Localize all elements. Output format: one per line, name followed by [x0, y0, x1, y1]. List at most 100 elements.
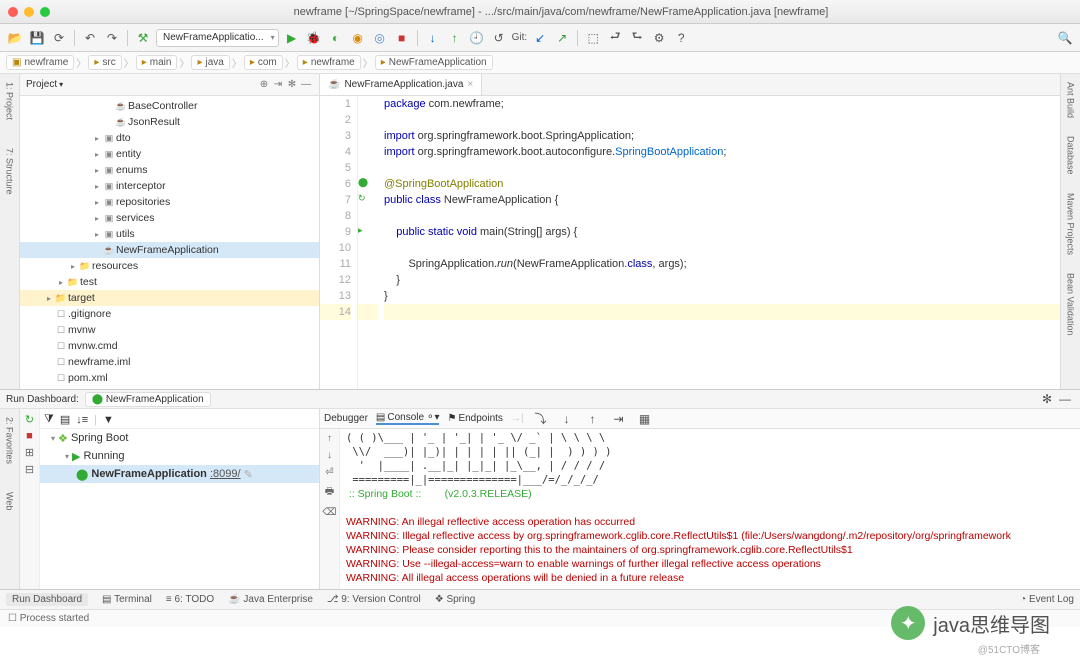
- filter-icon[interactable]: ⧩: [44, 413, 54, 426]
- hide-icon[interactable]: —: [299, 79, 313, 90]
- tree-node[interactable]: ▸▣utils: [20, 226, 319, 242]
- build-icon[interactable]: ⚒: [134, 29, 152, 47]
- group-icon[interactable]: ▤: [60, 413, 70, 426]
- stop2-icon[interactable]: ■: [26, 430, 33, 442]
- clear-icon[interactable]: ⌫: [322, 507, 336, 518]
- tree-node[interactable]: ▸▣entity: [20, 146, 319, 162]
- run-icon[interactable]: ▶: [283, 29, 301, 47]
- code-editor[interactable]: 1234567891011121314 ⬤↻▸ package com.newf…: [320, 96, 1060, 389]
- tree-node[interactable]: ☐pom.xml: [20, 370, 319, 386]
- tree-node[interactable]: ☐.gitignore: [20, 306, 319, 322]
- structure-icon[interactable]: ⬚: [584, 29, 602, 47]
- bt-todo[interactable]: ≡ 6: TODO: [166, 594, 214, 605]
- close-tab-icon[interactable]: ×: [467, 79, 473, 90]
- crumb[interactable]: ▸ com: [244, 55, 283, 70]
- gear-icon[interactable]: ✻: [285, 79, 299, 90]
- profile-icon[interactable]: ◉: [349, 29, 367, 47]
- print-icon[interactable]: 🖶: [325, 484, 334, 501]
- console-output[interactable]: ( ( )\___ | '_ | '_| | '_ \/ _` | \ \ \ …: [340, 429, 1080, 589]
- dash-hide-icon[interactable]: —: [1056, 390, 1074, 408]
- tab-debugger[interactable]: Debugger: [324, 413, 368, 424]
- tree-node[interactable]: ☕NewFrameApplication: [20, 242, 319, 258]
- crumb[interactable]: ▣ newframe: [6, 55, 74, 70]
- tree-node[interactable]: ☕BaseController: [20, 98, 319, 114]
- tree-node[interactable]: ☐README.md: [20, 386, 319, 389]
- debug-icon[interactable]: 🐞: [305, 29, 323, 47]
- bt-term[interactable]: ▤ Terminal: [102, 594, 152, 605]
- collapse-icon[interactable]: ⇥: [271, 79, 285, 90]
- close-icon[interactable]: [8, 7, 18, 17]
- tab-structure[interactable]: 7: Structure: [3, 144, 17, 199]
- fwd-nav-icon[interactable]: ⮑: [628, 29, 646, 47]
- git-push-icon[interactable]: ↗: [553, 29, 571, 47]
- crumb[interactable]: ▸ main: [136, 55, 178, 70]
- refresh-icon[interactable]: ⟳: [50, 29, 68, 47]
- crumb[interactable]: ▸ newframe: [297, 55, 361, 70]
- tab-database[interactable]: Database: [1064, 132, 1078, 179]
- scroll2-icon[interactable]: ↓: [327, 450, 332, 461]
- tree-node[interactable]: ▸📁resources: [20, 258, 319, 274]
- dash-tree[interactable]: ⧩ ▤ ↓≡ | ▼ ▾❖ Spring Boot ▾▶ Running ⬤ N…: [40, 409, 319, 589]
- bt-run[interactable]: Run Dashboard: [6, 593, 88, 606]
- redo-icon[interactable]: ↷: [103, 29, 121, 47]
- tab-favorites[interactable]: 2: Favorites: [3, 413, 17, 468]
- undo-icon[interactable]: ↶: [81, 29, 99, 47]
- tree-node[interactable]: ☕JsonResult: [20, 114, 319, 130]
- step-into-icon[interactable]: ↓: [558, 410, 576, 428]
- vcs-history-icon[interactable]: 🕘: [468, 29, 486, 47]
- dash-gear-icon[interactable]: ✻: [1038, 390, 1056, 408]
- tab-maven[interactable]: Maven Projects: [1064, 189, 1078, 259]
- autoscroll-icon[interactable]: ⊕: [257, 79, 271, 90]
- collapse2-icon[interactable]: ⊟: [25, 463, 34, 476]
- tab-web[interactable]: Web: [3, 488, 17, 514]
- coverage-icon[interactable]: ◐: [327, 29, 345, 47]
- bt-jee[interactable]: ☕ Java Enterprise: [228, 594, 313, 605]
- frames-icon[interactable]: ▦: [636, 410, 654, 428]
- tree-node[interactable]: ▸▣dto: [20, 130, 319, 146]
- crumb[interactable]: ▸ src: [88, 55, 121, 70]
- search-icon[interactable]: 🔍: [1056, 29, 1074, 47]
- filter2-icon[interactable]: ▼: [103, 414, 114, 426]
- settings-icon[interactable]: ⚙: [650, 29, 668, 47]
- tab-console[interactable]: ▤ Console ⚬▾: [376, 412, 440, 425]
- tree-node[interactable]: ▸▣repositories: [20, 194, 319, 210]
- run-config-select[interactable]: NewFrameApplicatio...: [156, 29, 279, 47]
- back-nav-icon[interactable]: ⮐: [606, 29, 624, 47]
- rerun-icon[interactable]: ↻: [25, 413, 34, 426]
- help-icon[interactable]: ?: [672, 29, 690, 47]
- dashboard-app-tab[interactable]: ⬤ NewFrameApplication: [85, 392, 211, 407]
- tab-project[interactable]: 1: Project: [3, 78, 17, 124]
- crumb[interactable]: ▸ NewFrameApplication: [375, 55, 493, 70]
- attach-icon[interactable]: ◎: [371, 29, 389, 47]
- tree-node[interactable]: ☐mvnw.cmd: [20, 338, 319, 354]
- sort-icon[interactable]: ↓≡: [76, 414, 88, 426]
- project-tree[interactable]: ☕BaseController☕JsonResult▸▣dto▸▣entity▸…: [20, 96, 319, 389]
- bt-spring[interactable]: ❖ Spring: [435, 594, 476, 605]
- tree-node[interactable]: ☐mvnw: [20, 322, 319, 338]
- open-icon[interactable]: 📂: [6, 29, 24, 47]
- minimize-icon[interactable]: [24, 7, 34, 17]
- vcs-revert-icon[interactable]: ↺: [490, 29, 508, 47]
- tree-node[interactable]: ▸▣interceptor: [20, 178, 319, 194]
- tab-ant[interactable]: Ant Build: [1064, 78, 1078, 122]
- run-to-icon[interactable]: ⇥: [610, 410, 628, 428]
- save-icon[interactable]: 💾: [28, 29, 46, 47]
- tree-node[interactable]: ▸📁test: [20, 274, 319, 290]
- git-pull-icon[interactable]: ↙: [531, 29, 549, 47]
- vcs-update-icon[interactable]: ↓: [424, 29, 442, 47]
- editor-tab[interactable]: ☕ NewFrameApplication.java ×: [320, 74, 482, 95]
- vcs-commit-icon[interactable]: ↑: [446, 29, 464, 47]
- expand-icon[interactable]: ⊞: [25, 446, 34, 459]
- tab-endpoints[interactable]: ⚑ Endpoints: [447, 413, 502, 424]
- crumb[interactable]: ▸ java: [191, 55, 229, 70]
- bt-vcs[interactable]: ⎇ 9: Version Control: [327, 594, 421, 605]
- zoom-icon[interactable]: [40, 7, 50, 17]
- tree-node[interactable]: ▸▣enums: [20, 162, 319, 178]
- step-over-icon[interactable]: ⤵: [532, 410, 550, 428]
- tab-bean[interactable]: Bean Validation: [1064, 269, 1078, 339]
- wrap-icon[interactable]: ⏎: [325, 467, 333, 478]
- scroll-icon[interactable]: ↑: [327, 433, 332, 444]
- tree-node[interactable]: ▸📁target: [20, 290, 319, 306]
- tree-node[interactable]: ☐newframe.iml: [20, 354, 319, 370]
- stop-icon[interactable]: ■: [393, 29, 411, 47]
